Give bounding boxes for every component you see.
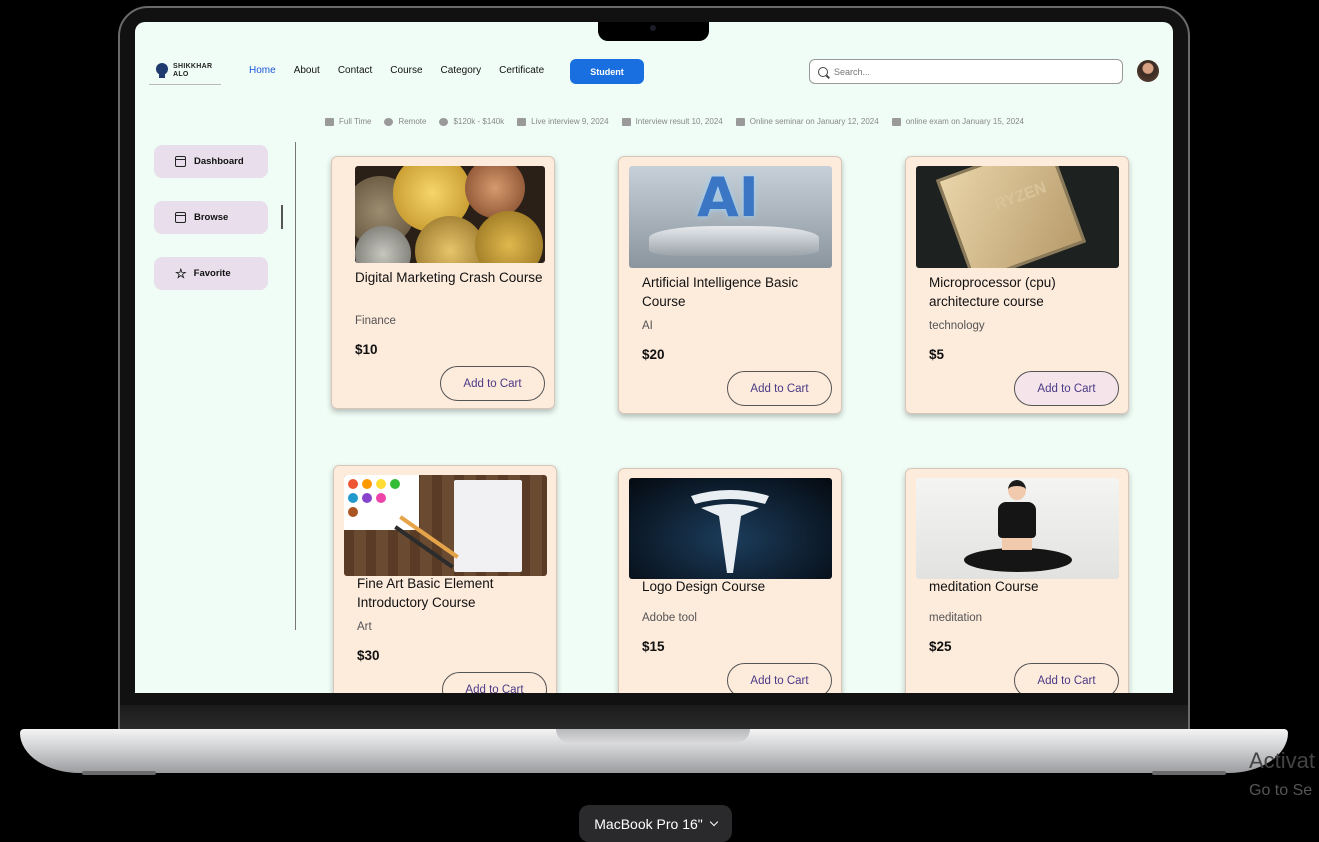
calendar-icon bbox=[175, 156, 186, 167]
add-to-cart-button[interactable]: Add to Cart bbox=[727, 663, 832, 693]
search-icon bbox=[818, 66, 828, 77]
device-label: MacBook Pro 16" bbox=[594, 815, 703, 832]
job-meta-bar: Full Time Remote $120k - $140k Live inte… bbox=[325, 117, 1037, 126]
laptop-foot bbox=[1152, 771, 1226, 775]
active-indicator bbox=[281, 205, 283, 229]
search-box[interactable] bbox=[809, 59, 1123, 84]
ryzen-cpu-image: RYZEN bbox=[916, 166, 1119, 268]
meta-remote: Remote bbox=[398, 117, 427, 126]
ai-robot-hand-image: AI bbox=[629, 166, 832, 268]
app-screen: SHIKKHAR ALO Home About Contact Course C… bbox=[135, 22, 1173, 693]
activate-watermark: Activat bbox=[1249, 748, 1316, 773]
course-card[interactable]: meditation Course meditation $25 Add to … bbox=[905, 468, 1129, 693]
location-icon bbox=[384, 117, 394, 126]
device-selector[interactable]: MacBook Pro 16" bbox=[579, 805, 732, 842]
laptop-foot bbox=[82, 771, 156, 775]
calendar-icon bbox=[621, 117, 631, 126]
nav-contact[interactable]: Contact bbox=[338, 65, 372, 76]
course-title: Microprocessor (cpu) architecture course bbox=[929, 275, 1056, 309]
course-title: Fine Art Basic Element Introductory Cour… bbox=[357, 576, 494, 610]
tesla-logo-icon bbox=[691, 490, 769, 573]
course-category: AI bbox=[642, 320, 653, 332]
course-category: technology bbox=[929, 320, 985, 332]
course-card[interactable]: Fine Art Basic Element Introductory Cour… bbox=[333, 465, 557, 693]
search-input[interactable] bbox=[834, 66, 1114, 77]
add-to-cart-button[interactable]: Add to Cart bbox=[727, 371, 832, 406]
crypto-coins-image bbox=[355, 166, 545, 263]
add-to-cart-button[interactable]: Add to Cart bbox=[1014, 663, 1119, 693]
briefcase-icon bbox=[325, 117, 334, 126]
star-icon: ☆ bbox=[175, 266, 187, 281]
main-menu: Home About Contact Course Category Certi… bbox=[249, 65, 562, 76]
course-price: $30 bbox=[357, 648, 380, 663]
course-category: Finance bbox=[355, 315, 396, 327]
avatar[interactable] bbox=[1137, 60, 1159, 82]
meta-full-time: Full Time bbox=[339, 117, 372, 126]
course-price: $15 bbox=[642, 639, 665, 654]
course-category: Adobe tool bbox=[642, 612, 697, 624]
ai-image-text: AI bbox=[697, 166, 759, 229]
course-card[interactable]: AI Artificial Intelligence Basic Course … bbox=[618, 156, 842, 414]
calendar-icon bbox=[891, 117, 901, 126]
sidebar-item-label: Favorite bbox=[193, 268, 231, 279]
woman-meditating-image bbox=[916, 478, 1119, 579]
calendar-icon bbox=[735, 117, 745, 126]
screen-bezel bbox=[120, 693, 1188, 705]
chevron-down-icon bbox=[709, 817, 718, 827]
sidebar-divider bbox=[295, 142, 296, 630]
add-to-cart-button[interactable]: Add to Cart bbox=[440, 366, 545, 401]
student-button[interactable]: Student bbox=[570, 59, 644, 84]
dollar-icon bbox=[439, 117, 449, 126]
add-to-cart-button[interactable]: Add to Cart bbox=[1014, 371, 1119, 406]
sidebar-item-favorite[interactable]: ☆ Favorite bbox=[154, 257, 268, 290]
course-card[interactable]: Logo Design Course Adobe tool $15 Add to… bbox=[618, 468, 842, 693]
meta-interview-result: Interview result 10, 2024 bbox=[635, 117, 723, 126]
paint-palette-notebook-image bbox=[344, 475, 547, 576]
course-card[interactable]: RYZEN Microprocessor (cpu) architecture … bbox=[905, 156, 1129, 414]
course-price: $20 bbox=[642, 347, 665, 362]
tesla-logo-image bbox=[629, 478, 832, 579]
sidebar-item-browse[interactable]: Browse bbox=[154, 201, 268, 234]
logo[interactable]: SHIKKHAR ALO bbox=[149, 57, 221, 85]
activate-settings-hint: Go to Se bbox=[1249, 782, 1313, 799]
laptop-hinge bbox=[120, 705, 1188, 731]
sidebar-item-dashboard[interactable]: Dashboard bbox=[154, 145, 268, 178]
camera-notch bbox=[598, 22, 709, 41]
nav-category[interactable]: Category bbox=[441, 65, 482, 76]
course-title: Artificial Intelligence Basic Course bbox=[642, 275, 799, 309]
laptop-thumb-notch bbox=[556, 729, 750, 743]
sidebar-item-label: Dashboard bbox=[194, 156, 244, 167]
course-title: Logo Design Course bbox=[642, 579, 766, 594]
course-title: Digital Marketing Crash Course bbox=[355, 270, 543, 285]
meta-online-exam: online exam on January 15, 2024 bbox=[905, 117, 1025, 126]
meta-live-interview: Live interview 9, 2024 bbox=[531, 117, 609, 126]
logo-line-2: ALO bbox=[173, 70, 189, 78]
lightbulb-icon bbox=[155, 62, 169, 79]
course-price: $5 bbox=[929, 347, 945, 362]
nav-about[interactable]: About bbox=[294, 65, 320, 76]
course-title: meditation Course bbox=[929, 579, 1039, 594]
course-card[interactable]: Digital Marketing Crash Course Finance $… bbox=[331, 156, 555, 409]
logo-line-1: SHIKKHAR bbox=[173, 62, 213, 70]
calendar-icon bbox=[175, 212, 186, 223]
course-price: $10 bbox=[355, 342, 378, 357]
calendar-icon bbox=[517, 117, 527, 126]
camera-icon bbox=[650, 25, 656, 31]
add-to-cart-button[interactable]: Add to Cart bbox=[442, 672, 547, 693]
nav-course[interactable]: Course bbox=[390, 65, 422, 76]
nav-home[interactable]: Home bbox=[249, 65, 276, 76]
meta-salary: $120k - $140k bbox=[453, 117, 505, 126]
sidebar-item-label: Browse bbox=[194, 212, 229, 223]
course-category: Art bbox=[357, 621, 372, 633]
course-category: meditation bbox=[929, 612, 983, 624]
meta-online-seminar: Online seminar on January 12, 2024 bbox=[749, 117, 879, 126]
nav-certificate[interactable]: Certificate bbox=[499, 65, 544, 76]
course-price: $25 bbox=[929, 639, 952, 654]
